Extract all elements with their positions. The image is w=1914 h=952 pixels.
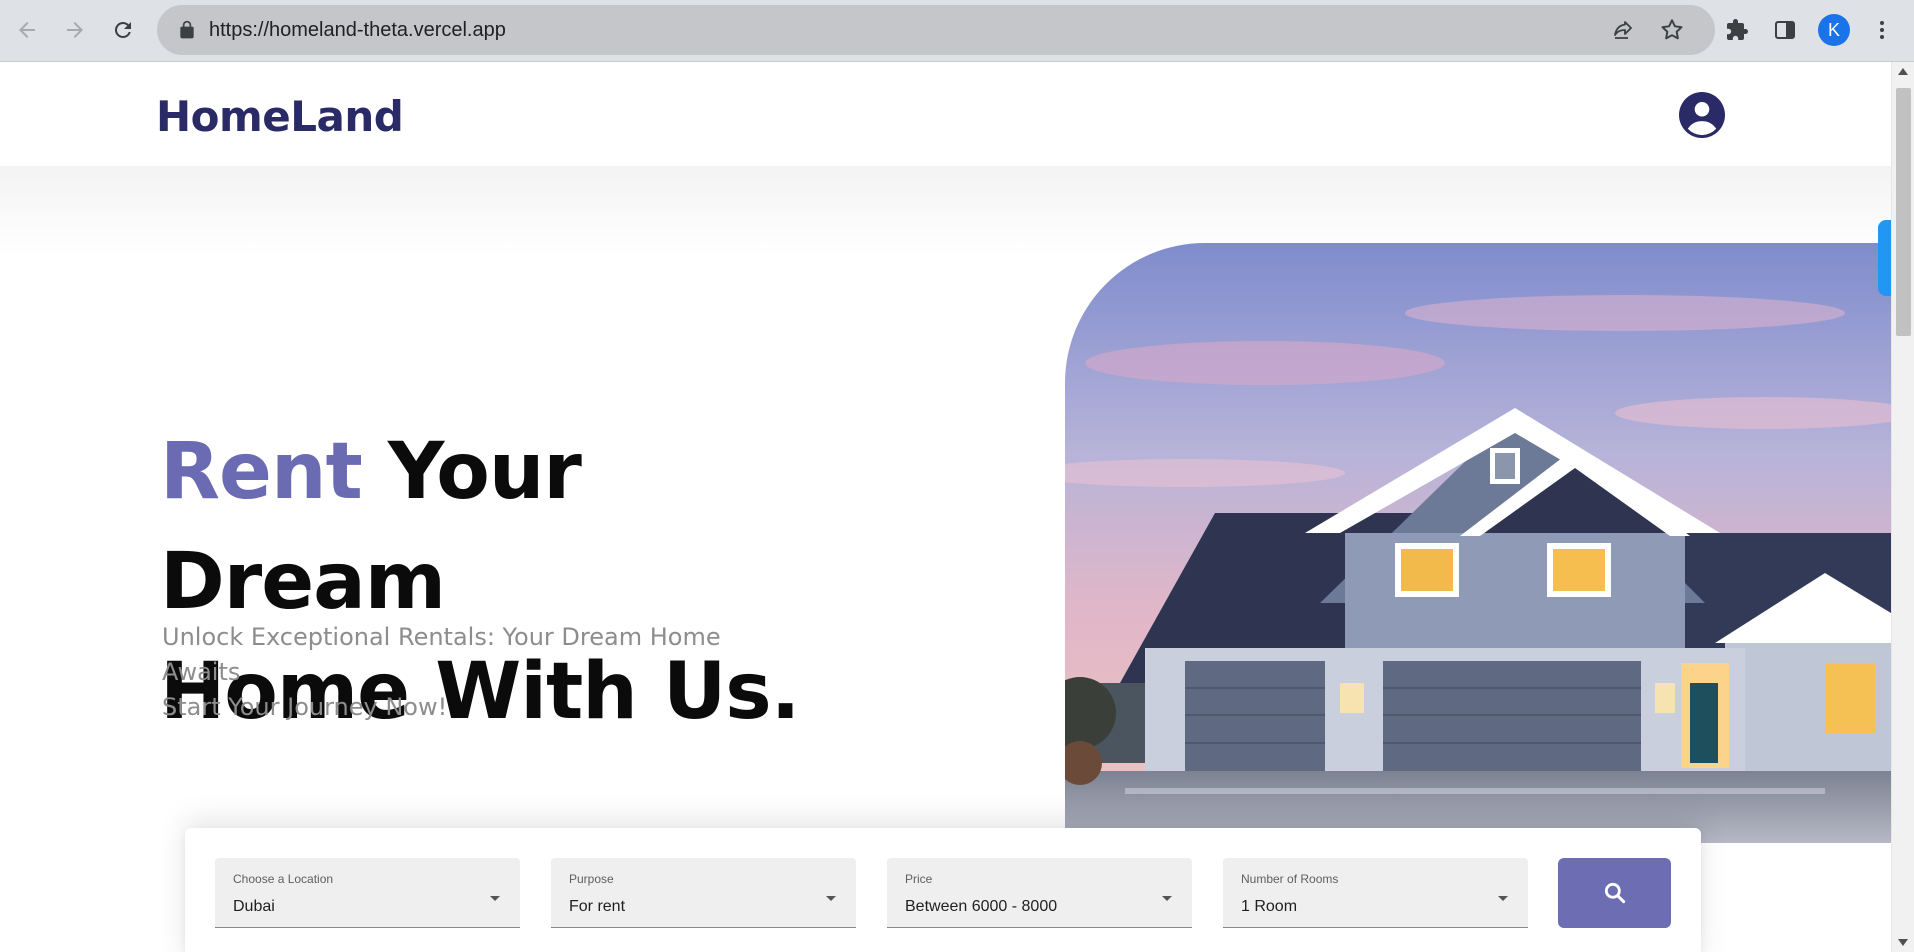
subtitle-line2: Start Your Journey Now!	[162, 693, 448, 721]
property-search-panel: Choose a Location Dubai Purpose For rent…	[185, 828, 1701, 952]
share-icon[interactable]	[1611, 18, 1635, 42]
site-logo[interactable]: HomeLand	[156, 92, 404, 141]
price-select[interactable]: Price Between 6000 - 8000	[887, 858, 1192, 928]
star-icon[interactable]	[1659, 17, 1685, 43]
site-header: HomeLand	[0, 62, 1891, 166]
location-label: Choose a Location	[233, 872, 334, 886]
side-feedback-tab[interactable]	[1878, 220, 1891, 296]
price-label: Price	[905, 872, 933, 886]
profile-avatar[interactable]: K	[1818, 14, 1850, 46]
extensions-button[interactable]	[1721, 14, 1753, 46]
reload-button[interactable]	[105, 12, 141, 48]
subtitle-line1: Unlock Exceptional Rentals: Your Dream H…	[162, 623, 721, 686]
chevron-down-icon[interactable]	[826, 896, 836, 901]
account-circle-icon[interactable]	[1679, 92, 1725, 138]
rooms-label: Number of Rooms	[1241, 872, 1339, 886]
location-value[interactable]: Dubai	[233, 898, 275, 916]
url-text[interactable]: https://homeland-theta.vercel.app	[209, 19, 506, 42]
scroll-up-arrow-icon[interactable]	[1898, 68, 1908, 75]
hero-house-image	[1065, 243, 1891, 843]
search-button[interactable]	[1558, 858, 1671, 928]
browser-toolbar: https://homeland-theta.vercel.app K	[0, 0, 1914, 62]
side-panel-icon	[1775, 21, 1795, 39]
scrollbar-thumb[interactable]	[1896, 88, 1911, 336]
hero-subtitle: Unlock Exceptional Rentals: Your Dream H…	[162, 620, 802, 725]
chevron-down-icon[interactable]	[1162, 896, 1172, 901]
page-scrollbar[interactable]	[1891, 62, 1914, 952]
page-viewport: HomeLand Rent Your Dream Home With Us. U…	[0, 62, 1891, 952]
back-arrow-icon	[19, 22, 35, 38]
rooms-select[interactable]: Number of Rooms 1 Room	[1223, 858, 1528, 928]
forward-button[interactable]	[57, 12, 93, 48]
back-button[interactable]	[9, 12, 45, 48]
puzzle-icon	[1727, 19, 1748, 40]
price-value[interactable]: Between 6000 - 8000	[905, 898, 1057, 916]
address-bar[interactable]: https://homeland-theta.vercel.app	[157, 5, 1715, 55]
headline-accent-word: Rent	[160, 427, 363, 517]
side-panel-button[interactable]	[1769, 14, 1801, 46]
location-select[interactable]: Choose a Location Dubai	[215, 858, 520, 928]
search-icon	[1604, 882, 1625, 904]
rooms-value[interactable]: 1 Room	[1241, 898, 1297, 916]
reload-icon	[114, 21, 131, 38]
more-vert-icon	[1880, 21, 1884, 39]
purpose-label: Purpose	[569, 872, 614, 886]
browser-menu-button[interactable]	[1866, 14, 1898, 46]
chevron-down-icon[interactable]	[490, 896, 500, 901]
lock-icon[interactable]	[177, 20, 197, 40]
purpose-value[interactable]: For rent	[569, 898, 625, 916]
purpose-select[interactable]: Purpose For rent	[551, 858, 856, 928]
scroll-down-arrow-icon[interactable]	[1898, 939, 1908, 946]
chevron-down-icon[interactable]	[1498, 896, 1508, 901]
forward-arrow-icon	[67, 22, 83, 38]
